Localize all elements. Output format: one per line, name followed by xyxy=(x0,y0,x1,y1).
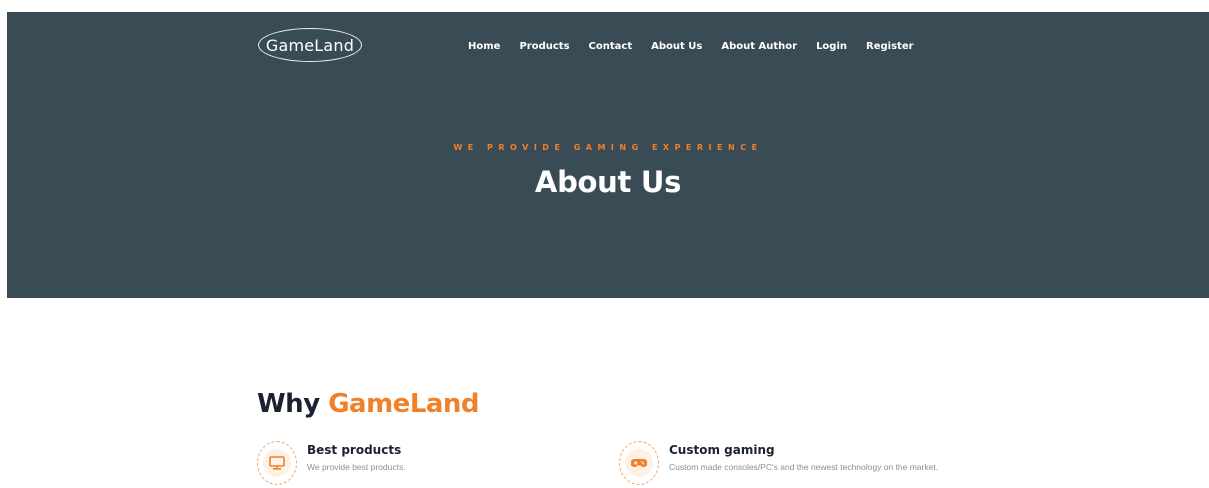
nav-about-us[interactable]: About Us xyxy=(651,41,702,52)
gamepad-icon xyxy=(631,459,647,467)
feature-badge xyxy=(257,441,297,485)
why-heading: Why GameLand xyxy=(257,389,480,419)
feature-badge xyxy=(619,441,659,485)
nav-register[interactable]: Register xyxy=(866,41,914,52)
logo[interactable]: GameLand xyxy=(258,28,362,62)
feature-description: Custom made consoles/PC's and the newest… xyxy=(669,462,939,472)
feature-title: Custom gaming xyxy=(669,443,775,457)
nav-home[interactable]: Home xyxy=(468,41,500,52)
feature-description: We provide best products. xyxy=(307,462,406,472)
why-heading-accent: GameLand xyxy=(328,389,480,419)
monitor-icon xyxy=(269,456,285,470)
logo-text: GameLand xyxy=(265,35,355,55)
hero-banner: GameLand Home Products Contact About Us … xyxy=(7,12,1209,298)
nav-login[interactable]: Login xyxy=(816,41,847,52)
nav-about-author[interactable]: About Author xyxy=(721,41,797,52)
main-nav: Home Products Contact About Us About Aut… xyxy=(468,39,914,53)
nav-products[interactable]: Products xyxy=(519,41,569,52)
hero-tagline: WE PROVIDE GAMING EXPERIENCE xyxy=(453,143,763,152)
nav-contact[interactable]: Contact xyxy=(589,41,633,52)
why-heading-prefix: Why xyxy=(257,389,320,419)
feature-title: Best products xyxy=(307,443,402,457)
page-title: About Us xyxy=(534,165,682,199)
